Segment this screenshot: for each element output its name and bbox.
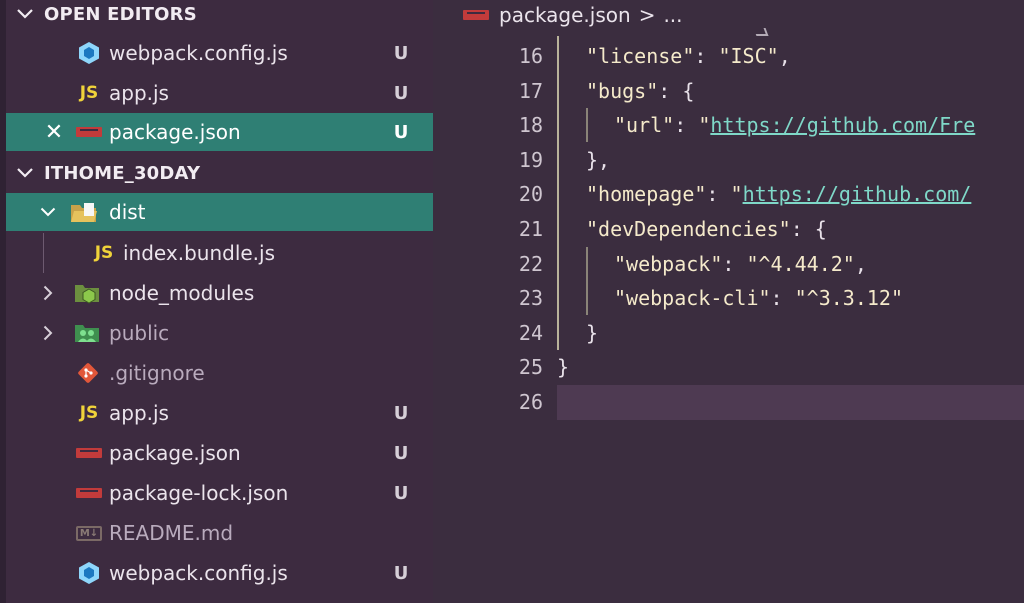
code-line-25: } xyxy=(557,355,570,379)
indent-guide xyxy=(557,36,559,350)
file-name: webpack.config.js xyxy=(109,561,288,585)
close-icon[interactable]: ✕ xyxy=(43,113,65,151)
line-number: 21 xyxy=(518,217,543,241)
untracked-badge: U xyxy=(393,82,409,104)
git-icon xyxy=(72,354,104,392)
code-editor[interactable]: package.json > ... 16 17 18 19 20 21 22 … xyxy=(433,0,1024,603)
tree-folder-node-modules[interactable]: node_modules xyxy=(6,274,433,312)
line-number: 18 xyxy=(518,113,543,137)
line-number: 20 xyxy=(518,182,543,206)
folder-name: node_modules xyxy=(109,281,255,305)
tree-file-package-lock-json[interactable]: package-lock.json U xyxy=(6,474,433,512)
file-name: webpack.config.js xyxy=(109,41,288,65)
line-number: 26 xyxy=(518,390,543,414)
open-editor-webpack-config[interactable]: webpack.config.js U xyxy=(6,34,433,72)
code-line-21: "devDependencies": { xyxy=(586,217,827,241)
markdown-icon: M↓ xyxy=(73,514,105,552)
tree-folder-dist[interactable]: dist xyxy=(6,193,433,231)
tree-file-readme[interactable]: M↓ README.md xyxy=(6,514,433,552)
npm-icon xyxy=(73,434,105,472)
breadcrumb-separator: > xyxy=(638,3,656,27)
file-name: app.js xyxy=(109,81,169,105)
public-folder-icon xyxy=(71,314,103,352)
folder-name: public xyxy=(109,321,170,345)
chevron-right-icon[interactable] xyxy=(37,314,59,352)
tree-file-gitignore[interactable]: .gitignore xyxy=(6,354,433,392)
line-number: 17 xyxy=(518,79,543,103)
line-number: 25 xyxy=(518,355,543,379)
code-line-17: "bugs": { xyxy=(586,79,695,103)
untracked-badge: U xyxy=(393,562,409,584)
code-line-24: } xyxy=(586,321,599,345)
npm-icon xyxy=(73,113,105,151)
url-link[interactable]: https://github.com/ xyxy=(743,182,972,206)
file-name: README.md xyxy=(109,521,234,545)
untracked-badge: U xyxy=(393,402,409,424)
line-number: 22 xyxy=(518,252,543,276)
chevron-down-icon[interactable] xyxy=(14,8,36,20)
chevron-right-icon[interactable] xyxy=(37,274,59,312)
open-editor-package-json[interactable]: ✕ package.json U xyxy=(6,113,433,151)
js-icon: JS xyxy=(79,403,99,423)
tree-file-webpack-config[interactable]: webpack.config.js U xyxy=(6,554,433,592)
line-number: 23 xyxy=(518,286,543,310)
file-name: app.js xyxy=(109,401,169,425)
line-number: 24 xyxy=(518,321,543,345)
file-name: package.json xyxy=(109,441,241,465)
js-icon: JS xyxy=(79,83,99,103)
folder-name: dist xyxy=(109,200,146,224)
file-name: package-lock.json xyxy=(109,481,289,505)
breadcrumb-file[interactable]: package.json xyxy=(499,3,631,27)
npm-icon xyxy=(463,10,489,20)
url-link[interactable]: https://github.com/Fre xyxy=(710,113,975,137)
node-folder-icon xyxy=(71,274,103,312)
current-line-highlight xyxy=(557,385,1024,420)
breadcrumb-more[interactable]: ... xyxy=(663,3,682,27)
file-name: package.json xyxy=(109,120,241,144)
line-number: 16 xyxy=(518,44,543,68)
tree-folder-public[interactable]: public xyxy=(6,314,433,352)
code-line-20: "homepage": "https://github.com/ xyxy=(586,182,972,206)
breadcrumb: package.json > ... xyxy=(463,0,683,30)
tree-file-app-js[interactable]: JS app.js U xyxy=(6,394,433,432)
tree-file-package-json[interactable]: package.json U xyxy=(6,434,433,472)
npm-icon xyxy=(73,474,105,512)
code-line-22: "webpack": "^4.44.2", xyxy=(614,252,867,276)
webpack-icon xyxy=(73,554,105,592)
untracked-badge: U xyxy=(393,482,409,504)
tree-file-index-bundle[interactable]: JS index.bundle.js xyxy=(6,234,433,272)
untracked-badge: U xyxy=(393,42,409,64)
project-title: ITHOME_30DAY xyxy=(44,162,201,184)
file-name: index.bundle.js xyxy=(123,241,276,265)
untracked-badge: U xyxy=(393,442,409,464)
line-number: 19 xyxy=(518,148,543,172)
webpack-icon xyxy=(73,34,105,72)
code-line-18: "url": "https://github.com/Fre xyxy=(614,113,976,137)
explorer-sidebar: OPEN EDITORS webpack.config.js U JS app.… xyxy=(0,0,433,603)
indent-guide xyxy=(586,247,588,315)
code-line-16: "license": "ISC", xyxy=(586,44,791,68)
chevron-down-icon[interactable] xyxy=(14,167,36,179)
code-line-23: "webpack-cli": "^3.3.12" xyxy=(614,286,904,310)
chevron-down-icon[interactable] xyxy=(37,193,59,231)
open-editor-app-js[interactable]: JS app.js U xyxy=(6,74,433,112)
js-icon: JS xyxy=(94,243,114,263)
project-header[interactable]: ITHOME_30DAY xyxy=(6,159,433,187)
code-line-19: }, xyxy=(586,148,611,172)
indent-guide xyxy=(586,108,588,142)
untracked-badge: U xyxy=(393,121,409,143)
folder-open-icon xyxy=(68,193,100,231)
scrolled-line-fragment xyxy=(753,28,769,36)
open-editors-title: OPEN EDITORS xyxy=(44,3,197,25)
file-name: .gitignore xyxy=(109,361,205,385)
open-editors-header[interactable]: OPEN EDITORS xyxy=(6,0,433,28)
